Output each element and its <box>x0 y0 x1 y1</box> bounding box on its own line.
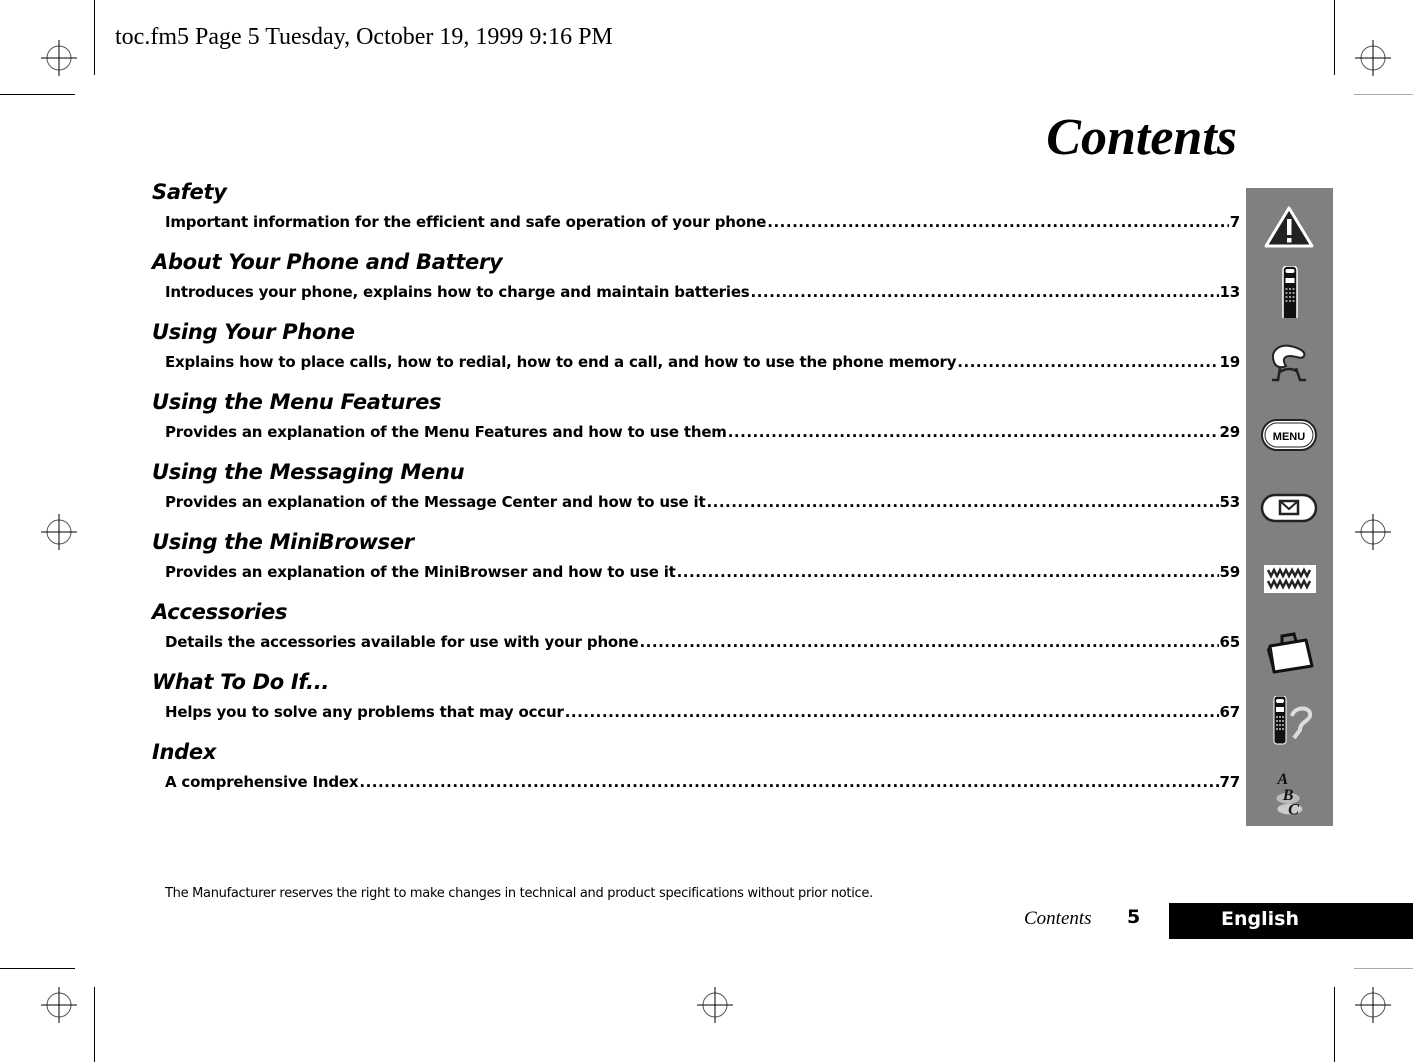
toc-section: About Your Phone and Battery Introduces y… <box>152 250 1240 320</box>
crop-mark <box>1334 0 1335 75</box>
section-title[interactable]: Accessories <box>152 600 287 624</box>
briefcase-icon <box>1266 632 1314 674</box>
leader-dots <box>639 633 1218 651</box>
section-description: Provides an explanation of the MiniBrows… <box>165 563 676 581</box>
section-description: A comprehensive Index <box>165 773 359 791</box>
toc-entry[interactable]: Details the accessories available for us… <box>165 633 1240 651</box>
section-page-number: 53 <box>1219 493 1241 511</box>
svg-text:MENU: MENU <box>1273 431 1305 443</box>
toc-entry[interactable]: Provides an explanation of the Menu Feat… <box>165 423 1240 441</box>
section-page-number: 29 <box>1219 423 1241 441</box>
leader-dots <box>565 703 1219 721</box>
section-title[interactable]: Using the Messaging Menu <box>152 460 465 484</box>
leader-dots <box>751 283 1219 301</box>
abc-icon: A B C <box>1276 771 1303 818</box>
section-title[interactable]: Index <box>152 740 216 764</box>
toc-section: Using the Menu Features Provides an expla… <box>152 390 1240 460</box>
section-description: Details the accessories available for us… <box>165 633 639 651</box>
phone-question-icon <box>1273 696 1313 745</box>
toc-entry[interactable]: Important information for the efficient … <box>165 213 1240 231</box>
section-page-number: 19 <box>1219 353 1241 371</box>
toc-section: Index A comprehensive Index 77 <box>152 740 1240 810</box>
leader-dots <box>706 493 1218 511</box>
warning-icon <box>1264 206 1314 248</box>
registration-mark-icon <box>697 987 733 1023</box>
leader-dots <box>957 353 1218 371</box>
section-title[interactable]: What To Do If... <box>152 670 329 694</box>
print-slug: toc.fm5 Page 5 Tuesday, October 19, 1999… <box>115 24 613 50</box>
leader-dots <box>359 773 1218 791</box>
crop-mark <box>0 94 75 95</box>
section-title[interactable]: Safety <box>152 180 227 204</box>
toc-section: Safety Important information for the effi… <box>152 180 1240 250</box>
section-description: Helps you to solve any problems that may… <box>165 703 564 721</box>
toc-entry[interactable]: Explains how to place calls, how to redi… <box>165 353 1240 371</box>
toc-section: What To Do If... Helps you to solve any p… <box>152 670 1240 740</box>
running-title: Contents <box>1024 908 1092 929</box>
registration-mark-icon <box>41 40 77 76</box>
toc-entry[interactable]: A comprehensive Index 77 <box>165 773 1240 791</box>
crop-mark <box>1334 987 1335 1062</box>
section-title[interactable]: About Your Phone and Battery <box>152 250 503 274</box>
crop-mark <box>1354 968 1413 969</box>
section-page-number: 13 <box>1219 283 1241 301</box>
crop-mark <box>0 968 75 969</box>
section-description: Provides an explanation of the Message C… <box>165 493 706 511</box>
envelope-button-icon <box>1260 493 1318 523</box>
section-title[interactable]: Using the MiniBrowser <box>152 530 414 554</box>
section-page-number: 65 <box>1219 633 1241 651</box>
section-page-number: 7 <box>1229 213 1240 231</box>
language-label: English <box>1221 908 1299 930</box>
registration-mark-icon <box>1355 514 1391 550</box>
svg-text:C: C <box>1288 801 1299 818</box>
chapter-icon-sidebar: MENU A B C <box>1246 188 1333 826</box>
section-description: Provides an explanation of the Menu Feat… <box>165 423 727 441</box>
crop-mark <box>1354 94 1413 95</box>
toc-entry[interactable]: Provides an explanation of the Message C… <box>165 493 1240 511</box>
section-page-number: 67 <box>1219 703 1241 721</box>
section-description: Explains how to place calls, how to redi… <box>165 353 957 371</box>
section-page-number: 59 <box>1219 563 1241 581</box>
telephone-handset-icon <box>1272 344 1306 382</box>
section-page-number: 77 <box>1219 773 1241 791</box>
toc-entry[interactable]: Introduces your phone, explains how to c… <box>165 283 1240 301</box>
toc-section: Accessories Details the accessories avail… <box>152 600 1240 670</box>
registration-mark-icon <box>41 987 77 1023</box>
www-icon <box>1264 565 1316 593</box>
toc-entry[interactable]: Helps you to solve any problems that may… <box>165 703 1240 721</box>
language-tab: English <box>1169 903 1413 939</box>
toc-section: Using the MiniBrowser Provides an explana… <box>152 530 1240 600</box>
disclaimer-text: The Manufacturer reserves the right to m… <box>165 886 873 901</box>
toc-section: Using the Messaging Menu Provides an expl… <box>152 460 1240 530</box>
menu-button-icon: MENU <box>1261 419 1317 451</box>
registration-mark-icon <box>41 514 77 550</box>
leader-dots <box>767 213 1228 231</box>
page-title: Contents <box>1046 109 1237 166</box>
toc-entry[interactable]: Provides an explanation of the MiniBrows… <box>165 563 1240 581</box>
toc-section: Using Your Phone Explains how to place ca… <box>152 320 1240 390</box>
registration-mark-icon <box>1355 40 1391 76</box>
leader-dots <box>728 423 1219 441</box>
registration-mark-icon <box>1355 987 1391 1023</box>
page-number: 5 <box>1127 906 1141 928</box>
crop-mark <box>94 0 95 75</box>
leader-dots <box>677 563 1219 581</box>
section-title[interactable]: Using the Menu Features <box>152 390 442 414</box>
section-description: Introduces your phone, explains how to c… <box>165 283 750 301</box>
mobile-phone-icon <box>1282 266 1298 318</box>
section-description: Important information for the efficient … <box>165 213 767 231</box>
crop-mark <box>94 987 95 1062</box>
section-title[interactable]: Using Your Phone <box>152 320 355 344</box>
svg-text:A: A <box>1276 771 1288 788</box>
table-of-contents: Safety Important information for the effi… <box>152 180 1240 810</box>
